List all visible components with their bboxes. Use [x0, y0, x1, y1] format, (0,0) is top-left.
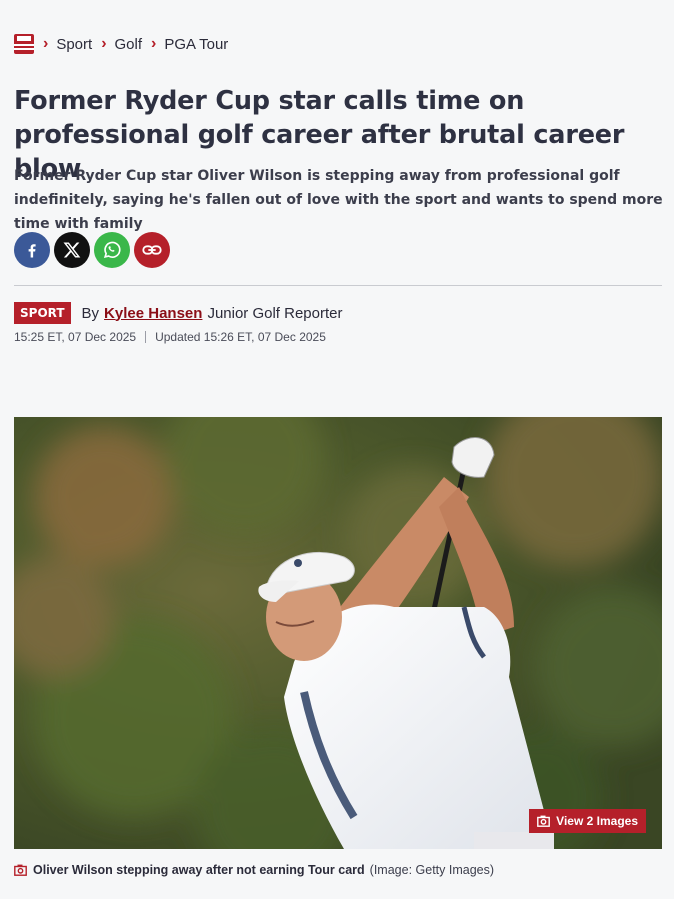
section-tag[interactable]: SPORT	[14, 302, 71, 324]
article-dates: 15:25 ET, 07 Dec 2025 Updated 15:26 ET, …	[14, 330, 326, 344]
golfer-photo	[14, 417, 662, 849]
byline: SPORT By Kylee Hansen Junior Golf Report…	[14, 302, 343, 324]
whatsapp-icon	[103, 241, 121, 259]
lead-image[interactable]: View 2 Images	[14, 417, 662, 849]
facebook-icon	[28, 244, 36, 258]
link-icon	[142, 245, 162, 255]
chevron-right-icon: ›	[43, 35, 49, 52]
chevron-right-icon: ›	[151, 35, 157, 52]
chevron-right-icon: ›	[101, 35, 107, 52]
share-whatsapp-button[interactable]	[94, 232, 130, 268]
updated-date: Updated 15:26 ET, 07 Dec 2025	[155, 330, 326, 344]
site-logo-icon[interactable]	[14, 34, 34, 54]
breadcrumb-pga-tour[interactable]: PGA Tour	[164, 36, 228, 53]
published-date: 15:25 ET, 07 Dec 2025	[14, 330, 137, 344]
breadcrumb-sport[interactable]: Sport	[56, 36, 92, 53]
author-role: Junior Golf Reporter	[207, 304, 343, 322]
article-standfirst: Former Ryder Cup star Oliver Wilson is s…	[14, 168, 663, 232]
image-caption: Oliver Wilson stepping away after not ea…	[14, 863, 494, 877]
share-bar	[14, 232, 170, 268]
camera-icon	[537, 815, 551, 827]
breadcrumb-golf[interactable]: Golf	[115, 36, 143, 53]
date-separator	[145, 331, 147, 343]
by-label: By	[81, 304, 100, 322]
caption-text: Oliver Wilson stepping away after not ea…	[33, 863, 365, 877]
x-icon	[63, 242, 81, 258]
caption-credit: (Image: Getty Images)	[369, 863, 495, 877]
view-images-label: View 2 Images	[556, 814, 638, 828]
camera-icon	[14, 864, 27, 876]
copy-link-button[interactable]	[134, 232, 170, 268]
share-x-button[interactable]	[54, 232, 90, 268]
author-link[interactable]: Kylee Hansen	[104, 305, 202, 322]
view-images-button[interactable]: View 2 Images	[529, 809, 646, 833]
share-facebook-button[interactable]	[14, 232, 50, 268]
breadcrumb: › Sport › Golf › PGA Tour	[14, 34, 228, 54]
divider	[14, 285, 662, 286]
